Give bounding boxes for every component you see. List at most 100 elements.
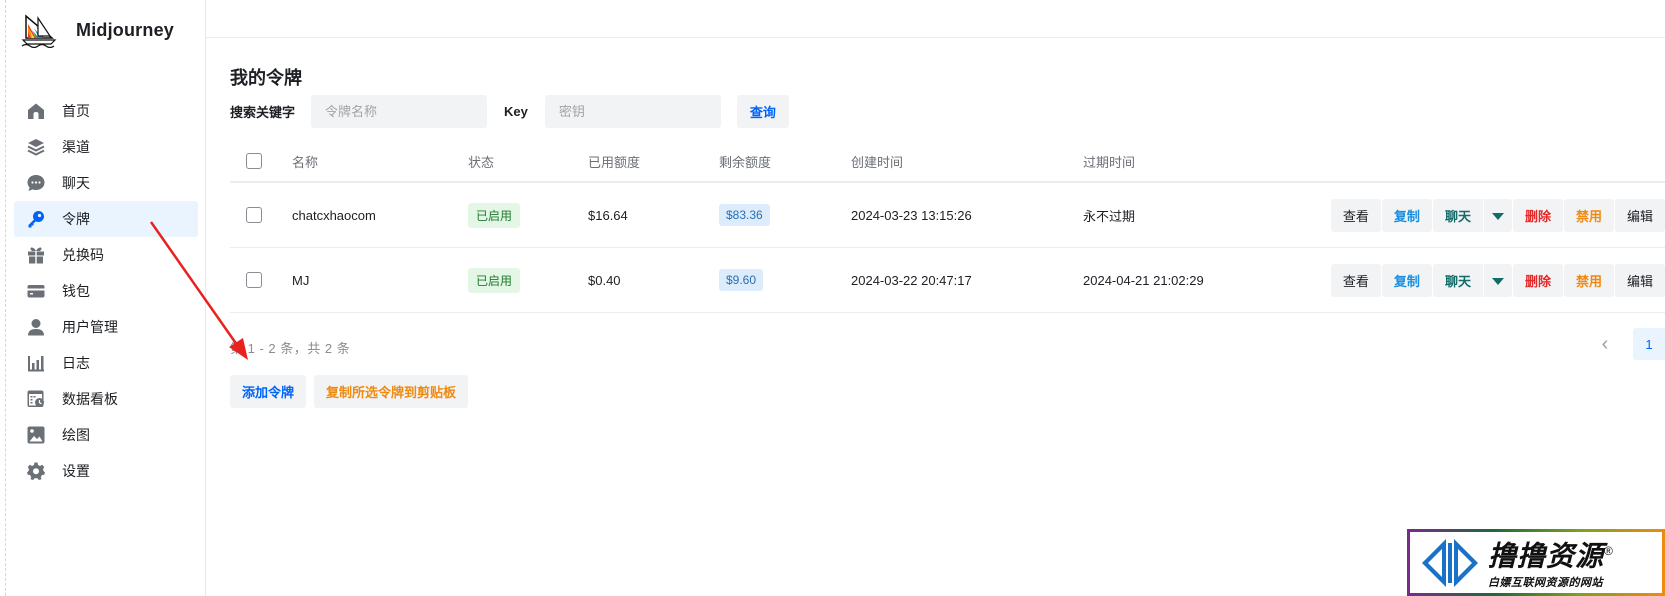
- copy-button[interactable]: 复制: [1381, 198, 1432, 232]
- chevron-left-icon[interactable]: ‹: [1591, 328, 1619, 360]
- sidebar-item-redeem-codes[interactable]: 兑换码: [14, 237, 198, 273]
- column-header-remaining-quota: 剩余额度: [719, 154, 772, 170]
- sidebar-item-channels[interactable]: 渠道: [14, 129, 198, 165]
- remaining-quota-badge: $83.36: [719, 204, 770, 226]
- app-name: Midjourney: [76, 19, 175, 40]
- sidebar-item-label: 用户管理: [62, 319, 118, 335]
- sidebar-item-dashboard[interactable]: 数据看板: [14, 381, 198, 417]
- sidebar-item-label: 日志: [62, 355, 90, 371]
- sidebar-item-wallet[interactable]: 钱包: [14, 273, 198, 309]
- sidebar-item-label: 渠道: [62, 139, 90, 155]
- table-footer-actions: 添加令牌 复制所选令牌到剪贴板: [230, 375, 469, 408]
- sidebar-nav: 首页 渠道 聊天 令牌 兑换码 钱包 用户管理 日志 数据看板 绘图 设置: [14, 93, 198, 489]
- token-name: MJ: [292, 272, 310, 288]
- edit-button[interactable]: 编辑: [1614, 263, 1665, 297]
- row-actions: 查看 复制 聊天 删除 禁用 编辑: [1330, 198, 1665, 232]
- watermark-subtitle: 白嫖互联网资源的网站: [1488, 577, 1603, 590]
- sidebar-item-settings[interactable]: 设置: [14, 453, 198, 489]
- disable-button[interactable]: 禁用: [1563, 263, 1614, 297]
- sidebar-item-tokens[interactable]: 令牌: [14, 201, 198, 237]
- expire-time: 永不过期: [1083, 208, 1136, 224]
- edit-button[interactable]: 编辑: [1614, 198, 1665, 232]
- used-quota: $16.64: [588, 207, 628, 223]
- view-button[interactable]: 查看: [1330, 263, 1381, 297]
- watermark-emblem-icon: [1422, 538, 1478, 587]
- delete-button[interactable]: 删除: [1512, 263, 1563, 297]
- layers-icon: [26, 137, 46, 157]
- key-input[interactable]: [544, 94, 721, 128]
- home-icon: [26, 101, 46, 121]
- gear-icon: [26, 461, 46, 481]
- chat-button[interactable]: 聊天: [1432, 198, 1483, 232]
- sidebar-item-label: 绘图: [62, 427, 90, 443]
- sailboat-logo-icon: [21, 14, 57, 48]
- tokens-table: 名称 状态 已用额度 剩余额度 创建时间 过期时间 chatcxhaocom 已…: [230, 141, 1665, 313]
- image-icon: [26, 425, 46, 445]
- remaining-quota-badge: $9.60: [719, 269, 764, 291]
- column-header-name: 名称: [292, 154, 319, 170]
- column-header-expire-time: 过期时间: [1083, 154, 1136, 170]
- main-content: 我的令牌 搜索关键字 Key 查询 名称 状态 已用额度 剩余额度 创建时间 过…: [206, 37, 1665, 596]
- expire-time: 2024-04-21 21:02:29: [1083, 272, 1204, 288]
- sidebar-item-chat[interactable]: 聊天: [14, 165, 198, 201]
- disable-button[interactable]: 禁用: [1563, 198, 1614, 232]
- sidebar-item-drawing[interactable]: 绘图: [14, 417, 198, 453]
- column-header-status: 状态: [468, 154, 495, 170]
- add-token-button[interactable]: 添加令牌: [230, 375, 307, 408]
- query-button[interactable]: 查询: [736, 94, 789, 128]
- sidebar-item-label: 令牌: [62, 211, 90, 227]
- sidebar-item-label: 数据看板: [62, 391, 118, 407]
- select-all-checkbox[interactable]: [246, 153, 262, 169]
- sidebar-item-label: 聊天: [62, 175, 90, 191]
- sidebar-item-label: 首页: [62, 103, 90, 119]
- sidebar-item-label: 兑换码: [62, 247, 104, 263]
- page-title: 我的令牌: [230, 68, 302, 88]
- column-header-used-quota: 已用额度: [588, 154, 641, 170]
- status-badge: 已启用: [468, 202, 521, 228]
- used-quota: $0.40: [588, 272, 621, 288]
- app-root: Midjourney 首页 渠道 聊天 令牌 兑换码 钱包 用户管理 日志 数据…: [0, 0, 1665, 596]
- table-row: MJ 已启用 $0.40 $9.60 2024-03-22 20:47:17 2…: [230, 248, 1665, 313]
- key-icon: [26, 209, 46, 229]
- chat-dropdown-button[interactable]: [1483, 263, 1512, 297]
- search-keyword-label: 搜索关键字: [230, 104, 296, 120]
- credit-card-icon: [26, 281, 46, 301]
- row-checkbox[interactable]: [246, 207, 262, 223]
- table-row: chatcxhaocom 已启用 $16.64 $83.36 2024-03-2…: [230, 183, 1665, 248]
- sidebar-item-label: 设置: [62, 463, 90, 479]
- row-checkbox[interactable]: [246, 272, 262, 288]
- column-header-created-time: 创建时间: [851, 154, 904, 170]
- brand[interactable]: Midjourney: [20, 12, 174, 48]
- created-time: 2024-03-22 20:47:17: [851, 272, 972, 288]
- search-bar: 搜索关键字 Key 查询: [230, 94, 789, 128]
- chat-dropdown-button[interactable]: [1483, 198, 1512, 232]
- sidebar: Midjourney 首页 渠道 聊天 令牌 兑换码 钱包 用户管理 日志 数据…: [0, 0, 206, 596]
- delete-button[interactable]: 删除: [1512, 198, 1563, 232]
- view-button[interactable]: 查看: [1330, 198, 1381, 232]
- token-name: chatcxhaocom: [292, 207, 376, 223]
- copy-selected-tokens-button[interactable]: 复制所选令牌到剪贴板: [314, 375, 469, 408]
- created-time: 2024-03-23 13:15:26: [851, 207, 972, 223]
- sidebar-item-label: 钱包: [62, 283, 90, 299]
- key-label: Key: [504, 103, 528, 119]
- token-name-input[interactable]: [311, 94, 488, 128]
- status-badge: 已启用: [468, 267, 521, 293]
- pagination: ‹ 1: [1591, 328, 1665, 360]
- watermark-title: 撸撸资源: [1488, 540, 1605, 572]
- table-header: 名称 状态 已用额度 剩余额度 创建时间 过期时间: [230, 141, 1665, 183]
- chat-bubble-icon: [26, 173, 46, 193]
- pagination-info: 第 1 - 2 条，共 2 条: [230, 341, 351, 356]
- page-button-current[interactable]: 1: [1633, 328, 1665, 360]
- copy-button[interactable]: 复制: [1381, 263, 1432, 297]
- chat-button[interactable]: 聊天: [1432, 263, 1483, 297]
- watermark-logo: 撸撸资源® 白嫖互联网资源的网站: [1407, 529, 1665, 596]
- bar-chart-icon: [26, 353, 46, 373]
- caret-down-icon: [1491, 277, 1504, 285]
- user-icon: [26, 317, 46, 337]
- sidebar-item-logs[interactable]: 日志: [14, 345, 198, 381]
- gift-icon: [26, 245, 46, 265]
- sidebar-item-user-management[interactable]: 用户管理: [14, 309, 198, 345]
- row-actions: 查看 复制 聊天 删除 禁用 编辑: [1330, 263, 1665, 297]
- sidebar-item-home[interactable]: 首页: [14, 93, 198, 129]
- dashboard-icon: [26, 389, 46, 409]
